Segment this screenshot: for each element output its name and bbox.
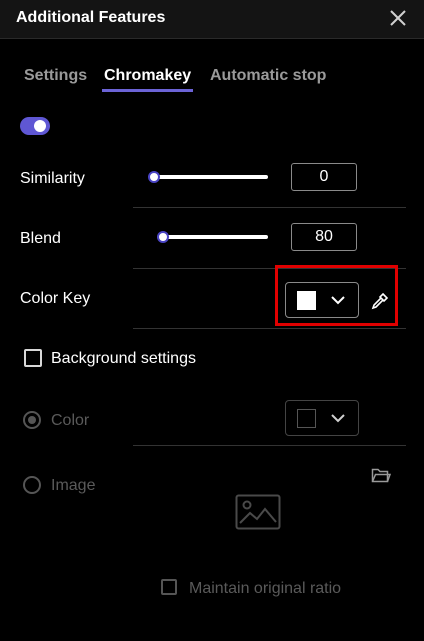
maintain-ratio-checkbox[interactable]	[161, 579, 177, 595]
folder-icon[interactable]	[371, 467, 391, 484]
tab-automatic-stop[interactable]: Automatic stop	[210, 67, 326, 85]
tab-chromakey[interactable]: Chromakey	[104, 67, 191, 85]
color-key-label: Color Key	[20, 290, 91, 307]
active-tab-indicator	[102, 89, 193, 92]
similarity-label: Similarity	[20, 170, 85, 187]
image-label: Image	[51, 477, 96, 494]
toggle-knob	[34, 120, 46, 132]
blend-slider-thumb[interactable]	[157, 231, 169, 243]
color-label: Color	[51, 412, 90, 429]
similarity-slider-track[interactable]	[151, 175, 268, 179]
divider	[133, 328, 406, 329]
highlight-box	[275, 265, 398, 326]
blend-input[interactable]: 80	[291, 223, 357, 251]
similarity-slider-thumb[interactable]	[148, 171, 160, 183]
chevron-down-icon	[331, 414, 345, 423]
image-placeholder-icon	[235, 494, 281, 530]
blend-label: Blend	[20, 230, 61, 247]
divider	[133, 445, 406, 446]
radio-dot	[28, 416, 36, 424]
tab-settings[interactable]: Settings	[24, 67, 87, 85]
blend-slider-track[interactable]	[157, 235, 268, 239]
window-title: Additional Features	[16, 9, 166, 26]
chromakey-toggle[interactable]	[20, 117, 50, 135]
background-color-picker[interactable]	[285, 400, 359, 436]
maintain-ratio-label: Maintain original ratio	[189, 580, 342, 597]
background-settings-label: Background settings	[51, 350, 196, 367]
image-radio[interactable]	[23, 476, 41, 494]
similarity-input[interactable]: 0	[291, 163, 357, 191]
close-icon[interactable]	[387, 7, 409, 29]
divider	[133, 207, 406, 208]
color-radio[interactable]	[23, 411, 41, 429]
background-color-swatch	[297, 409, 316, 428]
background-settings-checkbox[interactable]	[24, 349, 42, 367]
